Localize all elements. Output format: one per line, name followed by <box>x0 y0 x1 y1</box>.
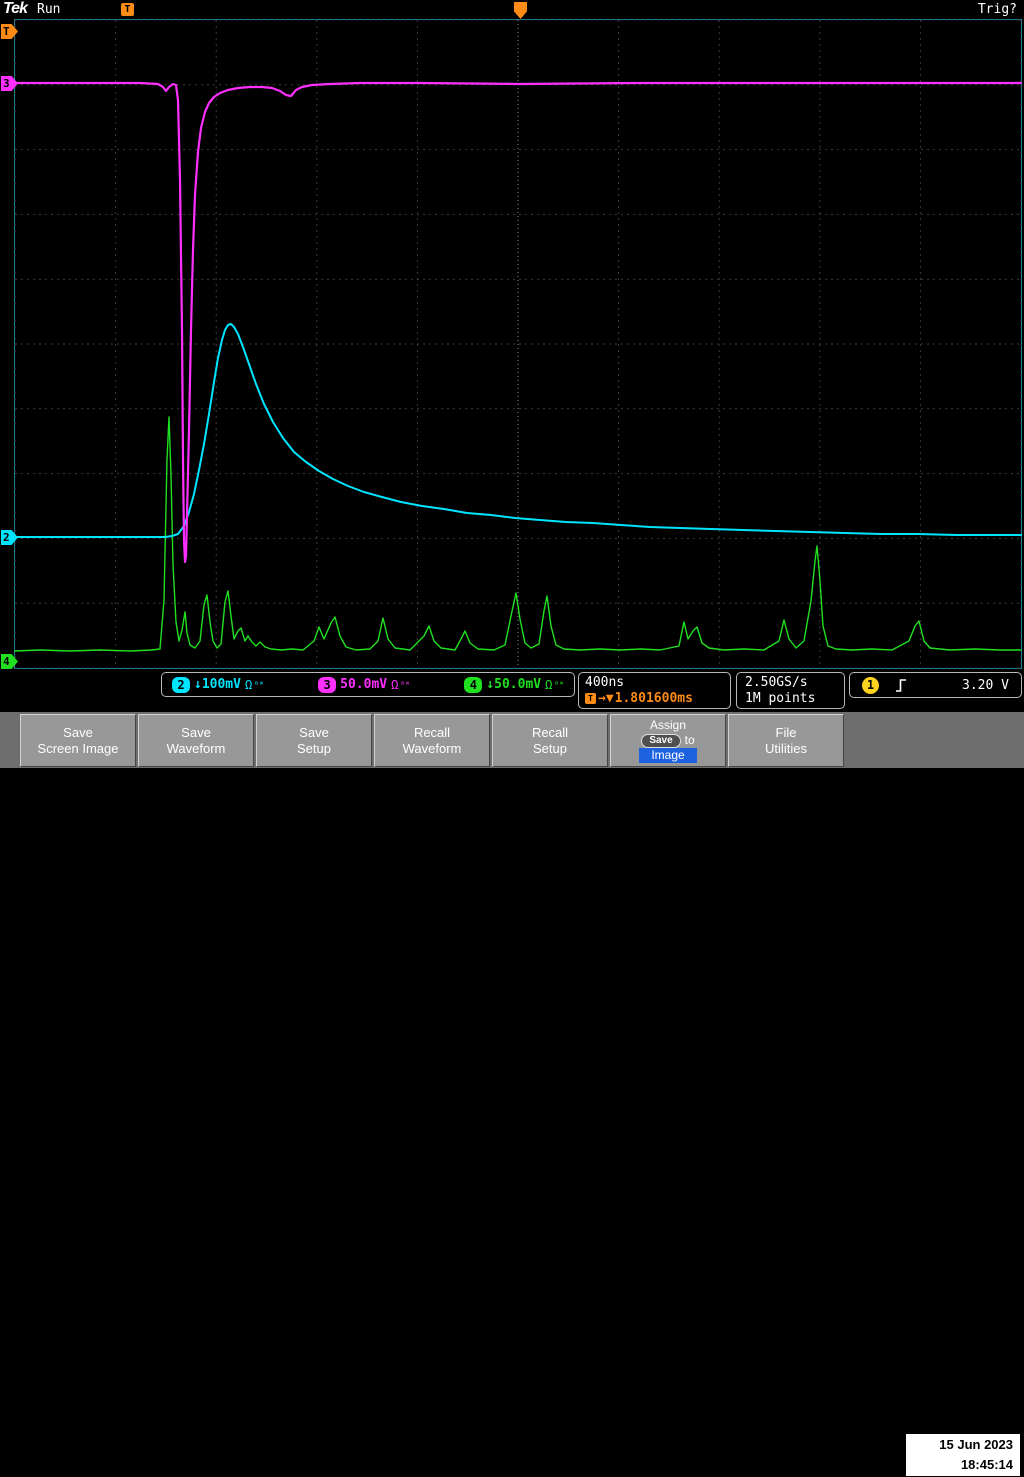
ch2-scale: ↓100mV <box>194 677 241 692</box>
button-line1: File <box>775 724 797 740</box>
channel-readouts-box: 2 ↓100mV Ω ᴮᵂ 3 50.0mV Ω ᴮᵂ 4 ↓50.0mV Ω … <box>161 672 575 697</box>
ch2-badge[interactable]: 2 <box>172 676 190 693</box>
delay-value: 1.801600ms <box>614 691 693 706</box>
assign-to-text: to <box>684 733 695 747</box>
assign-target-image: Image <box>639 748 697 763</box>
top-status-bar: Tek Run T Trig? <box>0 0 1024 19</box>
ch4-coupling: Ω <box>545 677 553 692</box>
trigger-t-icon: T <box>585 693 596 704</box>
time-text: 18:45:14 <box>960 1457 1013 1472</box>
button-line1: Recall <box>531 724 569 740</box>
trigger-readout-box[interactable]: 1 3.20 V <box>849 672 1022 698</box>
sample-rate: 2.50GS/s <box>745 675 808 690</box>
ch3-coupling: Ω <box>391 677 399 692</box>
trigger-level-value: 3.20 V <box>962 677 1009 693</box>
bottom-menu-bar: Save Screen Image Save Waveform Save Set… <box>0 712 1024 1477</box>
button-line1: Recall <box>413 724 451 740</box>
ch4-readout[interactable]: 4 ↓50.0mV Ω ᴮᵂ <box>464 676 564 693</box>
menu-button-recall-setup[interactable]: Recall Setup <box>492 714 608 767</box>
button-line1: Save <box>181 724 211 740</box>
save-pill-badge: Save <box>641 733 681 748</box>
ch3-bandwidth-icon: ᴮᵂ <box>400 679 410 689</box>
date-text: 15 Jun 2023 <box>939 1437 1013 1452</box>
menu-button-assign-save-to-image[interactable]: Assign Save to Image <box>610 714 726 767</box>
assign-label: Assign <box>649 718 687 732</box>
menu-button-recall-waveform[interactable]: Recall Waveform <box>374 714 490 767</box>
ch2-coupling: Ω <box>244 677 253 692</box>
button-line2: Setup <box>297 740 331 756</box>
button-line2: Screen Image <box>37 740 119 756</box>
assign-middle-row: Save to <box>641 733 695 748</box>
button-line2: Setup <box>533 740 567 756</box>
ch4-bandwidth-icon: ᴮᵂ <box>554 679 564 689</box>
menu-button-save-setup[interactable]: Save Setup <box>256 714 372 767</box>
acquisition-readout-box[interactable]: 2.50GS/s 1M points <box>736 672 845 709</box>
button-line2: Utilities <box>765 740 807 756</box>
datetime-display: 15 Jun 2023 18:45:14 <box>905 1433 1021 1477</box>
trigger-status: Trig? <box>977 2 1017 17</box>
menu-button-file-utilities[interactable]: File Utilities <box>728 714 844 767</box>
ch4-badge[interactable]: 4 <box>464 676 483 693</box>
rising-edge-icon <box>896 678 906 692</box>
trigger-position-t-icon[interactable]: T <box>121 3 134 16</box>
button-line2: Waveform <box>166 740 226 756</box>
ch3-readout[interactable]: 3 50.0mV Ω ᴮᵂ <box>318 676 410 693</box>
ch4-scale: ↓50.0mV <box>486 677 542 692</box>
delay-readout: T →▼ 1.801600ms <box>585 691 724 706</box>
delay-arrows-icon: →▼ <box>598 691 614 706</box>
horizontal-readout-box[interactable]: 400ns T →▼ 1.801600ms <box>578 672 731 709</box>
trigger-source-badge: 1 <box>862 676 879 694</box>
tek-logo: Tek <box>3 0 28 17</box>
menu-button-save-waveform[interactable]: Save Waveform <box>138 714 254 767</box>
record-length: 1M points <box>745 691 816 706</box>
ch3-badge[interactable]: 3 <box>318 676 337 693</box>
menu-button-save-screen-image[interactable]: Save Screen Image <box>20 714 136 767</box>
button-line2: Waveform <box>402 740 462 756</box>
timebase-scale: 400ns <box>585 675 625 690</box>
ch2-bandwidth-icon: ᴮᵂ <box>254 679 264 689</box>
acquisition-status: Run <box>37 2 61 17</box>
button-line1: Save <box>299 724 329 740</box>
button-line1: Save <box>63 724 93 740</box>
ch3-scale: 50.0mV <box>340 677 388 692</box>
graticule-display <box>14 19 1022 669</box>
ch2-readout[interactable]: 2 ↓100mV Ω ᴮᵂ <box>172 676 264 693</box>
